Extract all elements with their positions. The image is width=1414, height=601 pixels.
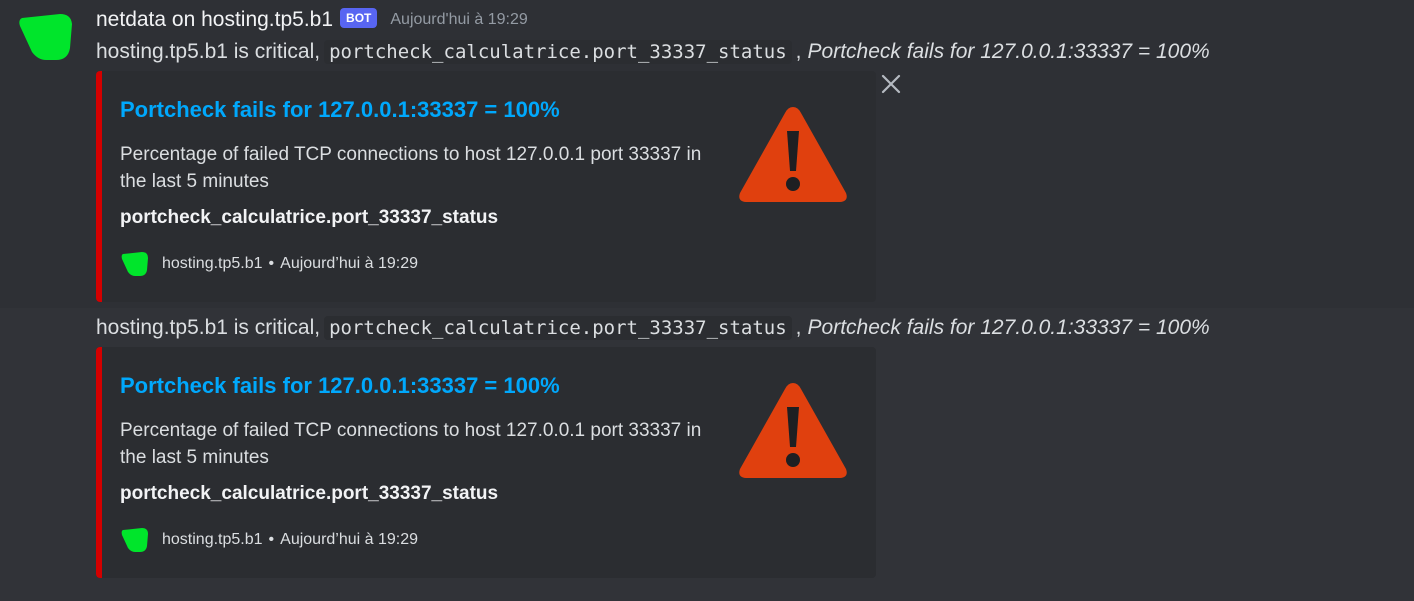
message-timestamp[interactable]: Aujourd'hui à 19:29 xyxy=(390,11,527,29)
embed-accent-bar xyxy=(96,71,102,302)
message-header: netdata on hosting.tp5.b1 BOT Aujourd'hu… xyxy=(96,6,528,34)
netdata-avatar-icon[interactable] xyxy=(16,12,74,62)
close-icon[interactable] xyxy=(880,73,902,95)
message-separator: , xyxy=(795,40,802,63)
embed-field: portcheck_calculatrice.port_33337_status xyxy=(120,483,499,504)
inline-code: portcheck_calculatrice.port_33337_status xyxy=(324,316,792,340)
author-name[interactable]: netdata on hosting.tp5.b1 xyxy=(96,8,333,32)
netdata-footer-icon xyxy=(121,528,148,552)
warning-triangle-icon[interactable] xyxy=(736,101,850,207)
message-content: hosting.tp5.b1 is critical, portcheck_ca… xyxy=(96,37,1210,67)
embed-footer: hosting.tp5.b1 • Aujourd’hui à 19:29 xyxy=(120,251,418,277)
embed-description: Percentage of failed TCP connections to … xyxy=(120,420,702,468)
message-content: hosting.tp5.b1 is critical, portcheck_ca… xyxy=(96,313,1210,343)
embed-footer: hosting.tp5.b1 • Aujourd’hui à 19:29 xyxy=(120,527,418,553)
alert-embed: Portcheck fails for 127.0.0.1:33337 = 10… xyxy=(96,71,876,302)
message-italic-summary: Portcheck fails for 127.0.0.1:33337 = 10… xyxy=(807,316,1210,339)
message-separator: , xyxy=(795,316,802,339)
footer-time: Aujourd’hui à 19:29 xyxy=(280,531,419,548)
embed-accent-bar xyxy=(96,347,102,578)
bot-badge: BOT xyxy=(340,8,378,28)
footer-host: hosting.tp5.b1 xyxy=(162,531,263,548)
footer-separator: • xyxy=(268,531,275,548)
message-prefix: hosting.tp5.b1 is critical, xyxy=(96,40,321,63)
footer-separator: • xyxy=(268,255,275,272)
footer-host: hosting.tp5.b1 xyxy=(162,255,263,272)
message-group: netdata on hosting.tp5.b1 BOT Aujourd'hu… xyxy=(0,0,1414,308)
warning-triangle-icon[interactable] xyxy=(736,377,850,483)
embed-field: portcheck_calculatrice.port_33337_status xyxy=(120,207,499,228)
embed-title[interactable]: Portcheck fails for 127.0.0.1:33337 = 10… xyxy=(120,97,560,123)
embed-description: Percentage of failed TCP connections to … xyxy=(120,144,702,192)
footer-time: Aujourd’hui à 19:29 xyxy=(280,255,419,272)
embed-title[interactable]: Portcheck fails for 127.0.0.1:33337 = 10… xyxy=(120,373,560,399)
message-italic-summary: Portcheck fails for 127.0.0.1:33337 = 10… xyxy=(807,40,1210,63)
netdata-footer-icon xyxy=(121,252,148,276)
message-prefix: hosting.tp5.b1 is critical, xyxy=(96,316,321,339)
inline-code: portcheck_calculatrice.port_33337_status xyxy=(324,40,792,64)
alert-embed: Portcheck fails for 127.0.0.1:33337 = 10… xyxy=(96,347,876,578)
